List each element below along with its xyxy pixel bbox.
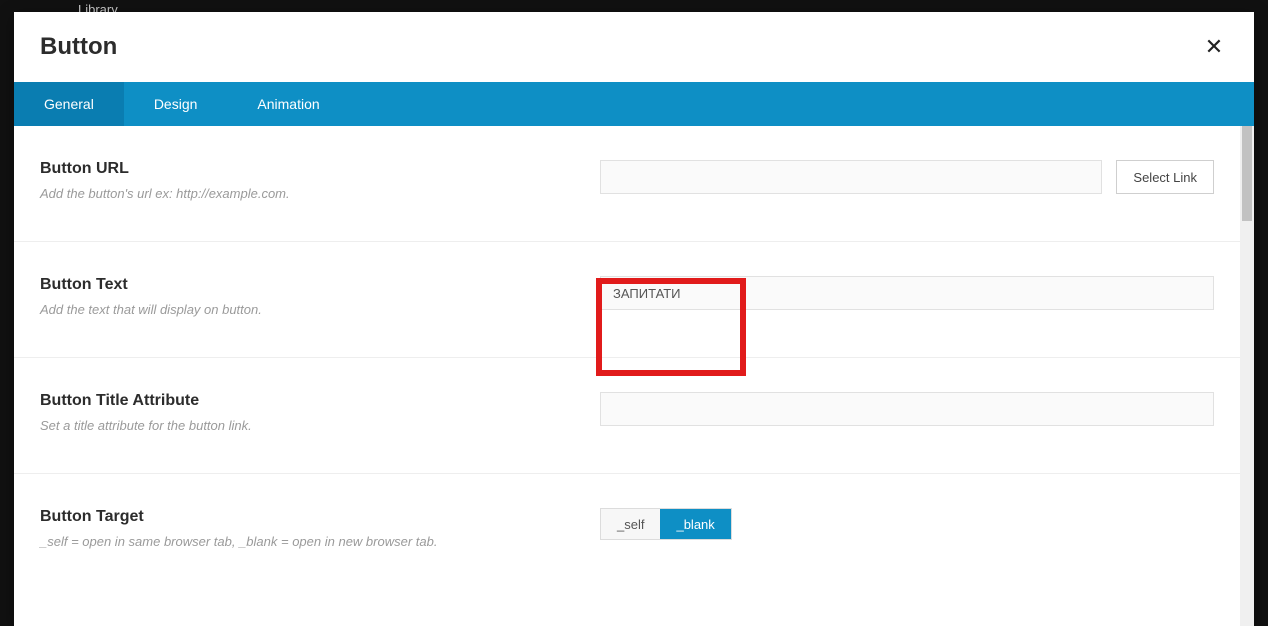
field-label: Button Text [40, 276, 580, 294]
field-label: Button Title Attribute [40, 392, 580, 410]
modal-header: Button ✕ [14, 12, 1254, 82]
field-button-target: Button Target _self = open in same brows… [14, 473, 1240, 609]
field-desc: Set a title attribute for the button lin… [40, 418, 580, 433]
button-url-input[interactable] [600, 160, 1102, 194]
button-text-input[interactable] [600, 276, 1214, 310]
settings-modal: Button ✕ General Design Animation Button… [14, 12, 1254, 626]
tab-animation[interactable]: Animation [227, 82, 349, 126]
field-button-title-attr: Button Title Attribute Set a title attri… [14, 357, 1240, 473]
field-desc: _self = open in same browser tab, _blank… [40, 534, 580, 549]
field-label: Button Target [40, 508, 580, 526]
button-target-toggle: _self _blank [600, 508, 732, 540]
tab-general[interactable]: General [14, 82, 124, 126]
field-button-text: Button Text Add the text that will displ… [14, 241, 1240, 357]
field-desc: Add the text that will display on button… [40, 302, 580, 317]
field-label: Button URL [40, 160, 580, 178]
scrollbar-thumb[interactable] [1242, 126, 1252, 221]
target-option-self[interactable]: _self [601, 509, 660, 539]
tab-design[interactable]: Design [124, 82, 228, 126]
close-icon[interactable]: ✕ [1200, 33, 1228, 61]
select-link-button[interactable]: Select Link [1116, 160, 1214, 194]
field-desc: Add the button's url ex: http://example.… [40, 186, 580, 201]
tab-bar: General Design Animation [14, 82, 1254, 126]
modal-content: Button URL Add the button's url ex: http… [14, 126, 1240, 626]
field-button-url: Button URL Add the button's url ex: http… [14, 126, 1240, 241]
modal-title: Button [40, 33, 117, 61]
scrollbar[interactable] [1240, 126, 1254, 626]
target-option-blank[interactable]: _blank [660, 509, 730, 539]
button-title-attr-input[interactable] [600, 392, 1214, 426]
